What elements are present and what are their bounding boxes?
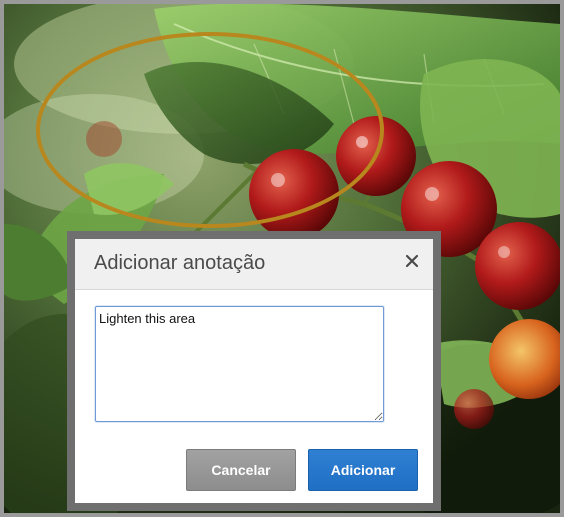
annotation-ellipse-marker[interactable] [36,32,384,228]
cancel-button[interactable]: Cancelar [186,449,296,491]
annotation-text-input[interactable] [95,306,384,422]
image-canvas[interactable]: Adicionar anotação Cancelar Adicionar [0,0,564,517]
add-annotation-dialog: Adicionar anotação Cancelar Adicionar [67,231,441,511]
dialog-panel: Adicionar anotação Cancelar Adicionar [75,239,433,503]
dialog-header: Adicionar anotação [75,239,433,290]
dialog-title: Adicionar anotação [94,252,266,274]
close-icon[interactable] [401,250,423,272]
add-button[interactable]: Adicionar [308,449,418,491]
